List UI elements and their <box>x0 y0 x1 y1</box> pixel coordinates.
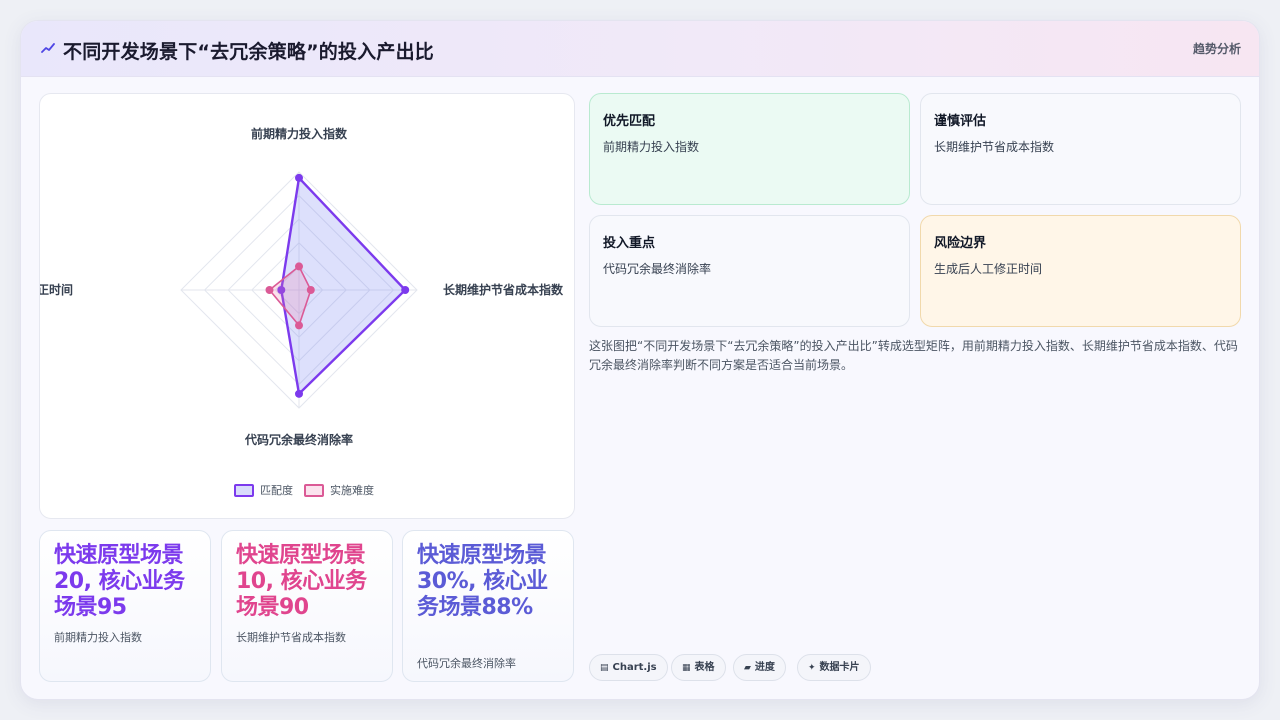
radar-point <box>295 389 303 398</box>
tile-careful-evaluation: 谨慎评估 长期维护节省成本指数 <box>920 93 1241 205</box>
card-header: 不同开发场景下“去冗余策略”的投入产出比 趋势分析 <box>21 21 1259 77</box>
trend-analysis-link[interactable]: 趋势分析 <box>1193 40 1241 57</box>
dashboard-card: 不同开发场景下“去冗余策略”的投入产出比 趋势分析 前期精力投入指数长期维护节省… <box>20 20 1260 700</box>
radar-point <box>295 262 303 271</box>
radar-point <box>401 286 410 294</box>
stat-caption: 长期维护节省成本指数 <box>236 631 346 644</box>
radar-point <box>295 173 303 182</box>
legend-swatch-match <box>234 484 254 497</box>
chip-label: 数据卡片 <box>819 662 860 673</box>
chip-progress[interactable]: ▰ 进度 <box>733 654 786 681</box>
chart-icon: ▤ <box>600 663 609 673</box>
sparkle-icon: ✦ <box>808 663 816 673</box>
tile-desc: 生成后人工修正时间 <box>934 262 1043 276</box>
page-title: 不同开发场景下“去冗余策略”的投入产出比 <box>63 41 434 63</box>
tile-risk-boundary: 风险边界 生成后人工修正时间 <box>920 215 1241 327</box>
radar-chart: 前期精力投入指数长期维护节省成本指数代码冗余最终消除率 生成后人工修正时间 <box>40 126 564 447</box>
chip-label: 表格 <box>694 662 715 673</box>
tile-desc: 代码冗余最终消除率 <box>603 262 712 276</box>
stat-card-effort: 快速原型场景20, 核心业务场景95 前期精力投入指数 <box>39 530 211 682</box>
progress-icon: ▰ <box>744 663 751 673</box>
chart-description: 这张图把“不同开发场景下“去冗余策略”的投入产出比”转成选型矩阵，用前期精力投入… <box>589 339 1238 372</box>
trend-icon <box>41 43 55 53</box>
stat-caption: 前期精力投入指数 <box>54 631 142 644</box>
tile-investment-focus: 投入重点 代码冗余最终消除率 <box>589 215 910 327</box>
chip-chartjs[interactable]: ▤ Chart.js <box>589 654 668 681</box>
legend-label-match: 匹配度 <box>260 484 293 497</box>
stat-value: 快速原型场景20, 核心业务场景95 <box>54 543 185 620</box>
chip-table[interactable]: ▦ 表格 <box>671 654 726 681</box>
tile-title: 优先匹配 <box>603 114 656 129</box>
table-icon: ▦ <box>682 663 691 673</box>
stat-caption: 代码冗余最终消除率 <box>417 657 516 670</box>
chip-label: Chart.js <box>612 662 657 673</box>
radar-point <box>306 286 315 294</box>
radar-axis-label: 生成后人工修正时间 <box>40 282 73 297</box>
radar-chart-panel: 前期精力投入指数长期维护节省成本指数代码冗余最终消除率 生成后人工修正时间 匹配度… <box>39 93 575 519</box>
stat-card-savings: 快速原型场景10, 核心业务场景90 长期维护节省成本指数 <box>221 530 393 682</box>
radar-point <box>295 321 303 330</box>
radar-axis-label: 长期维护节省成本指数 <box>443 282 564 297</box>
legend-swatch-difficulty <box>304 484 324 497</box>
tile-desc: 长期维护节省成本指数 <box>934 140 1055 154</box>
chip-data-card[interactable]: ✦ 数据卡片 <box>797 654 871 681</box>
radar-axis-label: 前期精力投入指数 <box>251 126 348 141</box>
stat-value: 快速原型场景30%, 核心业务场景88% <box>417 543 548 620</box>
radar-axis-label: 代码冗余最终消除率 <box>244 432 353 447</box>
stat-card-elimination: 快速原型场景30%, 核心业务场景88% 代码冗余最终消除率 <box>402 530 574 682</box>
radar-point <box>265 286 274 294</box>
tile-title: 谨慎评估 <box>934 114 987 129</box>
tile-priority-match: 优先匹配 前期精力投入指数 <box>589 93 910 205</box>
legend-label-difficulty: 实施难度 <box>330 484 374 497</box>
tile-desc: 前期精力投入指数 <box>603 140 700 154</box>
chip-label: 进度 <box>754 662 775 673</box>
tile-title: 投入重点 <box>603 236 656 251</box>
tile-title: 风险边界 <box>934 236 987 251</box>
stat-value: 快速原型场景10, 核心业务场景90 <box>236 543 367 620</box>
